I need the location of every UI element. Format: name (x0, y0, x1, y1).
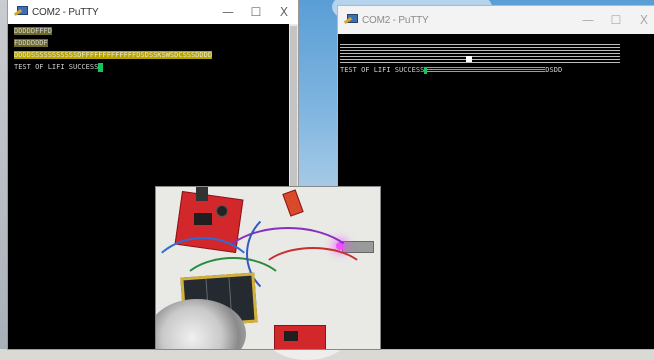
close-button[interactable]: X (630, 6, 654, 34)
hardware-photo (156, 187, 380, 349)
terminal-line: DDDDDFFFD (14, 27, 52, 35)
terminal-line: FDDDDDDF (14, 39, 48, 47)
title-bar[interactable]: COM2 - PuTTY — ☐ X (338, 6, 654, 34)
maximize-button[interactable]: ☐ (602, 6, 630, 34)
putty-icon (13, 5, 28, 19)
connector (196, 187, 208, 201)
text-cursor (466, 56, 472, 62)
minimize-button[interactable]: — (574, 6, 602, 34)
terminal-line: DDDDSSSSSSSSSSSDFFFFFFFFFFFFFDSDSSKSWSDC… (14, 51, 213, 59)
putty-window-right[interactable]: COM2 - PuTTY — ☐ X TEST OF LIFI SUCCESS D… (338, 6, 654, 349)
wire (256, 247, 370, 311)
title-bar[interactable]: COM2 - PuTTY — ☐ X (8, 0, 298, 24)
capacitor (216, 205, 228, 217)
receiver-board (274, 325, 326, 349)
window-title: COM2 - PuTTY (362, 14, 429, 26)
chip (284, 331, 298, 341)
minimize-button[interactable]: — (214, 0, 242, 24)
garbled-output (340, 44, 620, 64)
close-button[interactable]: X (270, 0, 298, 24)
terminal-area[interactable]: TEST OF LIFI SUCCESS DSDD (338, 34, 654, 349)
window-title: COM2 - PuTTY (32, 6, 99, 18)
maximize-button[interactable]: ☐ (242, 0, 270, 24)
putty-icon (343, 13, 358, 27)
text-cursor (98, 63, 104, 72)
terminal-line: TEST OF LIFI SUCCESS DSDD (340, 66, 563, 74)
chip (194, 213, 212, 225)
terminal-line: TEST OF LIFI SUCCESS (14, 63, 104, 72)
